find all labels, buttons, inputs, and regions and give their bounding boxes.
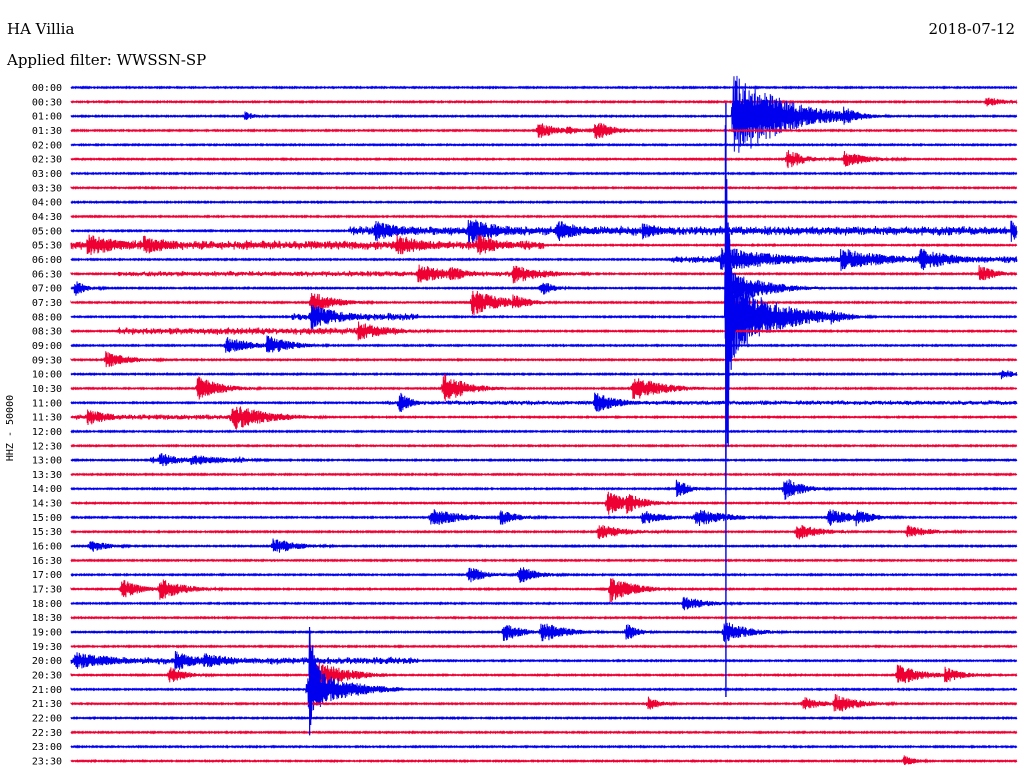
time-label: 05:00 xyxy=(32,226,62,237)
trace-row xyxy=(70,247,1018,273)
trace-row xyxy=(70,406,1018,430)
trace-row xyxy=(70,150,1018,169)
trace-row xyxy=(70,351,1018,368)
time-label: 10:30 xyxy=(32,384,62,395)
trace-row xyxy=(70,615,1018,620)
time-label: 17:00 xyxy=(32,570,62,581)
time-label: 12:30 xyxy=(32,441,62,452)
trace-row xyxy=(70,644,1018,649)
trace-row xyxy=(70,262,1018,367)
time-label: 11:00 xyxy=(32,398,62,409)
time-label: 20:30 xyxy=(32,671,62,682)
trace-row xyxy=(70,744,1018,749)
trace-row xyxy=(70,578,1018,603)
time-label: 21:30 xyxy=(32,699,62,710)
time-label: 08:30 xyxy=(32,327,62,338)
time-label: 20:00 xyxy=(32,656,62,667)
time-label: 06:00 xyxy=(32,255,62,266)
time-label: 19:30 xyxy=(32,642,62,653)
time-label: 16:30 xyxy=(32,556,62,567)
trace-row xyxy=(70,321,1018,341)
trace-row xyxy=(70,715,1018,721)
time-label: 13:00 xyxy=(32,456,62,467)
time-label: 21:00 xyxy=(32,685,62,696)
trace-row xyxy=(70,596,1018,611)
time-label: 07:30 xyxy=(32,298,62,309)
time-label: 08:00 xyxy=(32,312,62,323)
trace-row xyxy=(70,538,1018,553)
trace-row xyxy=(70,429,1018,434)
time-label: 05:30 xyxy=(32,241,62,252)
helicorder-chart: 00:00 00:30 01:00 01:30 02:00 02:30 03:00 03:30… xyxy=(32,75,1018,768)
trace-row xyxy=(70,509,1018,527)
trace-row xyxy=(70,558,1018,563)
time-label: 11:30 xyxy=(32,413,62,424)
trace-row xyxy=(70,755,1018,766)
trace-row xyxy=(70,374,1018,401)
trace-row xyxy=(70,443,1018,448)
trace-row xyxy=(70,335,1018,353)
time-label: 14:00 xyxy=(32,484,62,495)
trace-row xyxy=(70,214,1018,219)
trace-row xyxy=(70,622,1018,642)
trace-row xyxy=(70,472,1018,477)
time-label: 01:00 xyxy=(32,112,62,123)
time-label: 03:00 xyxy=(32,169,62,180)
trace-row xyxy=(70,171,1018,176)
time-label: 07:00 xyxy=(32,284,62,295)
trace-row xyxy=(70,142,1018,148)
trace-row xyxy=(70,730,1018,735)
main-quake-spike xyxy=(724,125,737,495)
time-label: 04:00 xyxy=(32,198,62,209)
time-label: 09:30 xyxy=(32,355,62,366)
time-label: 13:30 xyxy=(32,470,62,481)
trace-row xyxy=(70,491,1018,515)
trace-row xyxy=(70,185,1018,191)
time-label: 23:00 xyxy=(32,742,62,753)
time-label: 04:30 xyxy=(32,212,62,223)
trace-row xyxy=(70,234,1018,256)
trace-row xyxy=(70,122,1018,139)
time-label: 01:30 xyxy=(32,126,62,137)
time-label: 18:30 xyxy=(32,613,62,624)
trace-row xyxy=(70,264,1018,284)
time-label: 17:30 xyxy=(32,585,62,596)
time-label: 09:00 xyxy=(32,341,62,352)
time-label: 03:30 xyxy=(32,183,62,194)
time-label: 12:00 xyxy=(32,427,62,438)
trace-row xyxy=(70,693,1018,712)
time-label: 18:00 xyxy=(32,599,62,610)
trace-row xyxy=(70,97,1018,107)
time-label: 15:30 xyxy=(32,527,62,538)
time-label: 10:00 xyxy=(32,370,62,381)
time-label: 19:00 xyxy=(32,628,62,639)
time-label: 16:00 xyxy=(32,542,62,553)
time-label: 22:30 xyxy=(32,728,62,739)
trace-row xyxy=(70,479,1018,500)
time-label: 00:30 xyxy=(32,97,62,108)
trace-row xyxy=(70,650,1018,670)
trace-row xyxy=(70,525,1018,540)
time-label: 22:00 xyxy=(32,714,62,725)
trace-row xyxy=(70,219,1018,245)
trace-row xyxy=(70,199,1018,205)
time-label: 14:30 xyxy=(32,499,62,510)
time-label: 15:00 xyxy=(32,513,62,524)
trace-row xyxy=(70,370,1018,380)
trace-row xyxy=(70,453,1018,467)
time-label: 06:30 xyxy=(32,269,62,280)
time-label: 00:00 xyxy=(32,83,62,94)
time-label: 02:30 xyxy=(32,155,62,166)
trace-row xyxy=(70,85,1018,90)
time-label: 02:00 xyxy=(32,140,62,151)
trace-row xyxy=(70,392,1018,413)
time-label: 23:30 xyxy=(32,757,62,768)
trace-row xyxy=(70,567,1018,583)
